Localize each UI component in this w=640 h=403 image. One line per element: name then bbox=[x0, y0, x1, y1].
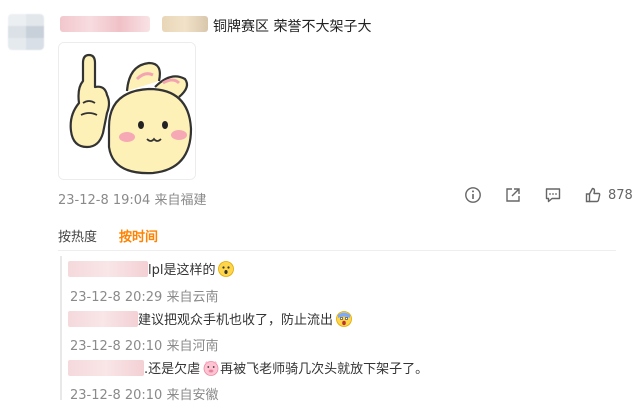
bunny-middle-finger-illustration bbox=[59, 43, 195, 179]
screaming-face-emoji bbox=[335, 310, 353, 328]
reply-item: .还是欠虐 再被飞老师骑几次头就放下架子了。 bbox=[68, 358, 428, 377]
reply-meta: 23-12-8 20:10 来自安徽 bbox=[70, 384, 219, 403]
surprised-face-emoji bbox=[217, 260, 235, 278]
reply-text: .还是欠虐 bbox=[144, 362, 201, 377]
info-button[interactable] bbox=[464, 186, 482, 204]
reply-timestamp: 23-12-8 20:29 bbox=[70, 290, 163, 305]
username-blurred-suffix bbox=[162, 16, 208, 32]
like-button[interactable]: 878 bbox=[584, 186, 633, 204]
like-count: 878 bbox=[608, 187, 633, 203]
tab-sort-by-hot[interactable]: 按热度 bbox=[58, 226, 97, 245]
post-text: 铜牌赛区 荣誉不大架子大 bbox=[213, 19, 372, 35]
post-meta: 23-12-8 19:04 来自福建 bbox=[58, 189, 207, 208]
reply-text: lpl是这样的 bbox=[148, 263, 216, 278]
sticker-image[interactable] bbox=[58, 42, 196, 180]
info-icon bbox=[465, 187, 481, 203]
reply-meta: 23-12-8 20:10 来自河南 bbox=[70, 335, 219, 354]
comment-icon bbox=[545, 188, 561, 203]
share-button[interactable] bbox=[504, 186, 522, 204]
pig-face-emoji bbox=[202, 359, 220, 377]
reply-location: 来自云南 bbox=[166, 290, 219, 305]
reply-text: 建议把观众手机也收了，防止流出 bbox=[138, 313, 334, 328]
reply-timestamp: 23-12-8 20:10 bbox=[70, 388, 163, 403]
comment-button[interactable] bbox=[544, 186, 562, 204]
user-avatar[interactable] bbox=[8, 14, 44, 50]
reply-item: 建议把观众手机也收了，防止流出 bbox=[68, 309, 353, 328]
tab-sort-by-time[interactable]: 按时间 bbox=[119, 226, 158, 245]
like-icon bbox=[585, 187, 601, 203]
comment-sort-tabs: 按热度 按时间 bbox=[58, 226, 180, 245]
reply-meta: 23-12-8 20:29 来自云南 bbox=[70, 286, 219, 305]
reply-timestamp: 23-12-8 20:10 bbox=[70, 339, 163, 354]
post-timestamp: 23-12-8 19:04 bbox=[58, 193, 151, 208]
reply-username-blurred[interactable] bbox=[68, 359, 144, 376]
share-icon bbox=[506, 188, 520, 202]
reply-thread-line bbox=[60, 256, 62, 400]
reply-item: lpl是这样的 bbox=[68, 259, 235, 278]
reply-text-continued: 再被飞老师骑几次头就放下架子了。 bbox=[220, 362, 429, 377]
post-actions: 878 bbox=[464, 186, 633, 204]
divider bbox=[58, 250, 616, 251]
reply-username-blurred[interactable] bbox=[68, 260, 148, 277]
reply-location: 来自河南 bbox=[166, 339, 219, 354]
reply-location: 来自安徽 bbox=[166, 388, 219, 403]
reply-username-blurred[interactable] bbox=[68, 310, 138, 327]
post-location: 来自福建 bbox=[154, 193, 207, 208]
username-blurred[interactable] bbox=[60, 16, 150, 32]
